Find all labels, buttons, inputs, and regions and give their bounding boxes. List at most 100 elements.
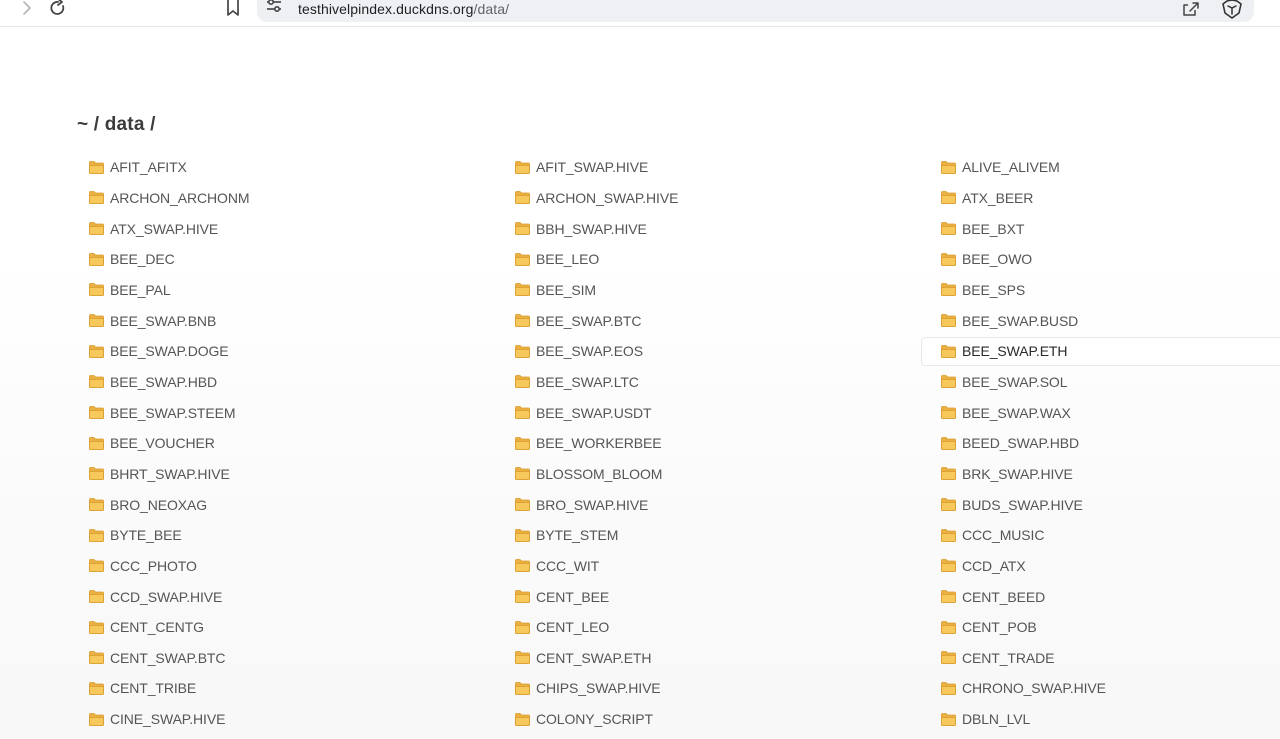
- folder-icon: [941, 191, 956, 205]
- brave-shield-icon[interactable]: [1222, 0, 1242, 19]
- folder-entry[interactable]: BEE_SWAP.EOS: [505, 336, 931, 367]
- reload-button[interactable]: [47, 0, 69, 18]
- folder-name: BEE_PAL: [110, 281, 171, 298]
- folder-name: BEE_LEO: [536, 251, 600, 268]
- folder-name: CCC_WIT: [536, 557, 600, 574]
- folder-name: BEED_SWAP.HBD: [962, 435, 1079, 452]
- folder-entry[interactable]: BYTE_BEE: [79, 520, 505, 551]
- folder-icon: [515, 528, 530, 542]
- folder-entry[interactable]: BEE_OWO: [931, 244, 1280, 275]
- folder-icon: [515, 191, 530, 205]
- folder-icon: [941, 467, 956, 481]
- folder-icon: [89, 314, 104, 328]
- folder-entry[interactable]: BLOSSOM_BLOOM: [505, 459, 931, 490]
- folder-entry[interactable]: BEED_SWAP.HBD: [931, 428, 1280, 459]
- bookmark-icon: [227, 0, 239, 16]
- folder-entry[interactable]: CENT_SWAP.BTC: [79, 643, 505, 674]
- folder-entry[interactable]: CENT_TRADE: [931, 643, 1280, 674]
- folder-entry[interactable]: BBH_SWAP.HIVE: [505, 213, 931, 244]
- folder-entry[interactable]: COLONY_SCRIPT: [505, 704, 931, 735]
- folder-entry[interactable]: BEE_SWAP.ETH: [921, 336, 1280, 366]
- url-text[interactable]: testhivelpindex.duckdns.org/data/: [298, 0, 509, 18]
- folder-entry[interactable]: CENT_TRIBE: [79, 673, 505, 704]
- folder-name: CHRONO_SWAP.HIVE: [962, 680, 1106, 697]
- folder-entry[interactable]: BEE_LEO: [505, 244, 931, 275]
- folder-entry[interactable]: BEE_SWAP.BTC: [505, 305, 931, 336]
- folder-entry[interactable]: ATX_BEER: [931, 183, 1280, 214]
- share-icon[interactable]: [1182, 1, 1200, 17]
- folder-entry[interactable]: BHRT_SWAP.HIVE: [79, 459, 505, 490]
- folder-icon: [941, 375, 956, 389]
- folder-icon: [89, 160, 104, 174]
- bookmark-button[interactable]: [222, 0, 244, 18]
- folder-icon: [515, 498, 530, 511]
- folder-entry[interactable]: CCC_WIT: [505, 551, 931, 582]
- folder-entry[interactable]: BEE_PAL: [79, 275, 505, 306]
- folder-icon: [941, 283, 956, 297]
- folder-entry[interactable]: BEE_BXT: [931, 213, 1280, 244]
- folder-entry[interactable]: BEE_SWAP.LTC: [505, 367, 931, 398]
- folder-entry[interactable]: BEE_SWAP.SOL: [931, 367, 1280, 398]
- folder-entry[interactable]: BEE_SWAP.STEEM: [79, 397, 505, 428]
- folder-entry[interactable]: BRK_SWAP.HIVE: [931, 459, 1280, 490]
- folder-entry[interactable]: BEE_SWAP.USDT: [505, 397, 931, 428]
- folder-entry[interactable]: CINE_SWAP.HIVE: [79, 704, 505, 735]
- folder-icon: [941, 436, 956, 450]
- folder-name: BEE_SWAP.EOS: [536, 343, 643, 360]
- folder-icon: [941, 620, 956, 634]
- folder-entry[interactable]: CCD_SWAP.HIVE: [79, 581, 505, 612]
- folder-entry[interactable]: BRO_NEOXAG: [79, 489, 505, 520]
- chevron-right-icon: [23, 1, 31, 15]
- folder-entry[interactable]: BEE_SWAP.WAX: [931, 397, 1280, 428]
- folder-entry[interactable]: BEE_SWAP.HBD: [79, 367, 505, 398]
- folder-entry[interactable]: BEE_SWAP.BNB: [79, 305, 505, 336]
- forward-button[interactable]: [16, 0, 38, 18]
- folder-entry[interactable]: BEE_WORKERBEE: [505, 428, 931, 459]
- folder-name: BYTE_STEM: [536, 527, 619, 544]
- folder-icon: [941, 682, 956, 695]
- folder-name: CENT_POB: [962, 619, 1037, 636]
- folder-entry[interactable]: CHRONO_SWAP.HIVE: [931, 673, 1280, 704]
- folder-name: BUDS_SWAP.HIVE: [962, 496, 1083, 513]
- folder-entry[interactable]: BEE_SIM: [505, 275, 931, 306]
- folder-entry[interactable]: CCC_MUSIC: [931, 520, 1280, 551]
- folder-entry[interactable]: BEE_SPS: [931, 275, 1280, 306]
- folder-entry[interactable]: DBLN_LVL: [931, 704, 1280, 735]
- folder-entry[interactable]: CENT_BEED: [931, 581, 1280, 612]
- folder-entry[interactable]: BEE_DEC: [79, 244, 505, 275]
- folder-icon: [515, 590, 530, 603]
- folder-icon: [941, 559, 956, 573]
- folder-entry[interactable]: BRO_SWAP.HIVE: [505, 489, 931, 520]
- folder-entry[interactable]: BEE_VOUCHER: [79, 428, 505, 459]
- folder-name: BHRT_SWAP.HIVE: [110, 465, 230, 482]
- url-host: testhivelpindex.duckdns.org: [298, 1, 474, 17]
- folder-entry[interactable]: BYTE_STEM: [505, 520, 931, 551]
- folder-entry[interactable]: ARCHON_SWAP.HIVE: [505, 183, 931, 214]
- folder-entry[interactable]: AFIT_AFITX: [79, 152, 505, 183]
- folder-entry[interactable]: CENT_POB: [931, 612, 1280, 643]
- folder-entry[interactable]: ARCHON_ARCHONM: [79, 183, 505, 214]
- folder-entry[interactable]: BEE_SWAP.DOGE: [79, 336, 505, 367]
- folder-entry[interactable]: CHIPS_SWAP.HIVE: [505, 673, 931, 704]
- address-bar[interactable]: testhivelpindex.duckdns.org/data/: [257, 0, 1254, 22]
- folder-icon: [941, 498, 956, 511]
- folder-entry[interactable]: AFIT_SWAP.HIVE: [505, 152, 931, 183]
- folder-entry[interactable]: ATX_SWAP.HIVE: [79, 213, 505, 244]
- folder-entry[interactable]: CENT_CENTG: [79, 612, 505, 643]
- folder-icon: [941, 712, 956, 726]
- folder-entry[interactable]: CENT_LEO: [505, 612, 931, 643]
- folder-name: BRK_SWAP.HIVE: [962, 465, 1073, 482]
- folder-entry[interactable]: CCC_PHOTO: [79, 551, 505, 582]
- site-settings-icon[interactable]: [265, 0, 283, 18]
- folder-entry[interactable]: CCD_ATX: [931, 551, 1280, 582]
- folder-icon: [89, 344, 104, 358]
- folder-entry[interactable]: CENT_BEE: [505, 581, 931, 612]
- folder-entry[interactable]: ALIVE_ALIVEM: [931, 152, 1280, 183]
- folder-name: ARCHON_SWAP.HIVE: [536, 189, 679, 206]
- folder-name: DBLN_LVL: [962, 711, 1031, 728]
- folder-entry[interactable]: BUDS_SWAP.HIVE: [931, 489, 1280, 520]
- folder-entry[interactable]: BEE_SWAP.BUSD: [931, 305, 1280, 336]
- folder-name: BEE_SWAP.ETH: [962, 343, 1068, 360]
- folder-name: BEE_SWAP.USDT: [536, 404, 652, 421]
- folder-entry[interactable]: CENT_SWAP.ETH: [505, 643, 931, 674]
